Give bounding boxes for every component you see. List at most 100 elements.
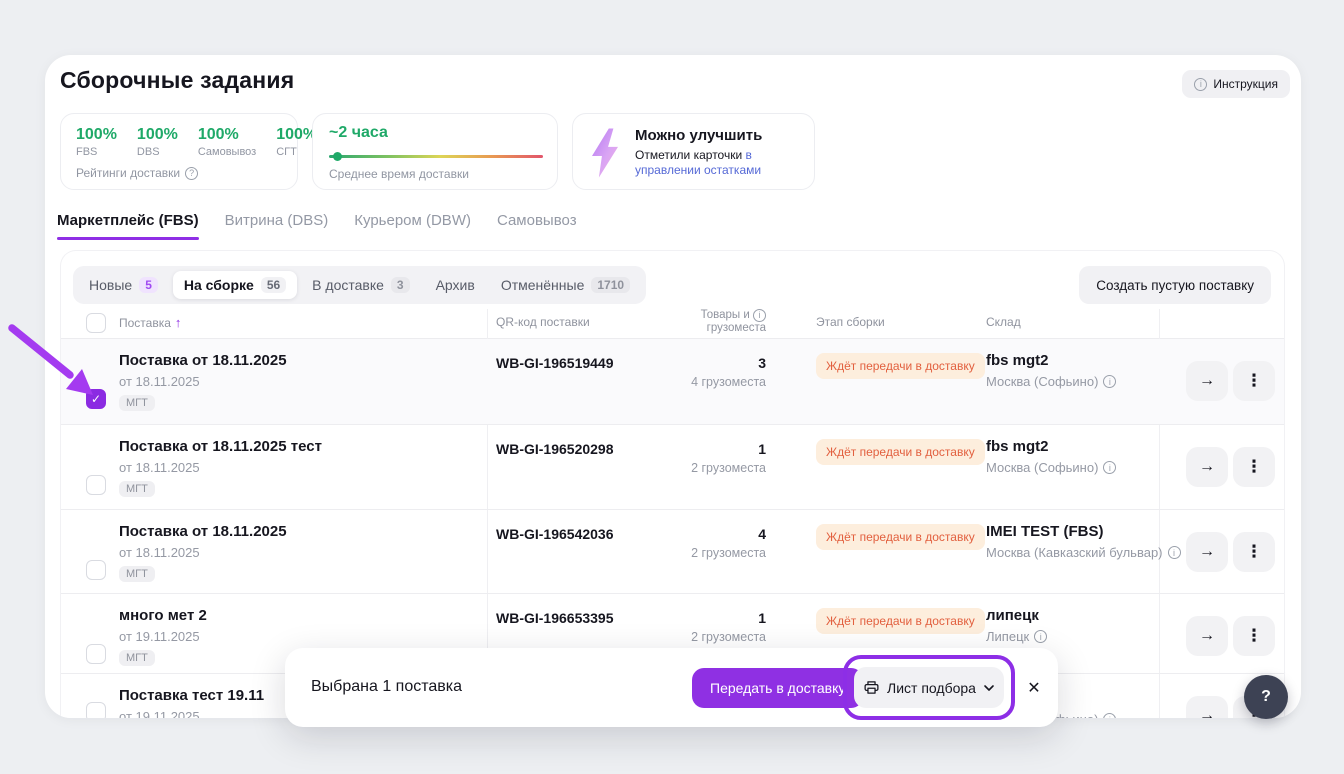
info-icon[interactable]: i — [1168, 546, 1181, 559]
rating-sgt: 100% СГТ — [276, 126, 317, 158]
open-supply-button[interactable]: → — [1186, 696, 1228, 718]
supply-cell[interactable]: Поставка от 18.11.2025 тест от 18.11.202… — [119, 438, 322, 497]
column-qr: QR-код поставки — [496, 315, 590, 329]
supply-date: от 18.11.2025 — [119, 374, 287, 389]
warehouse-location: Москва (Софьино) i — [986, 374, 1116, 389]
rating-label: Самовывоз — [198, 146, 256, 158]
status-badge: Ждёт передачи в доставку — [816, 524, 985, 550]
warehouse-name: fbs mgt2 — [986, 438, 1116, 455]
status-badge: Ждёт передачи в доставку — [816, 353, 985, 379]
info-icon[interactable]: i — [1103, 375, 1116, 388]
info-icon[interactable]: i — [1103, 461, 1116, 474]
column-goods-line1: Товары и — [701, 309, 750, 321]
table-row: Поставка от 18.11.2025 тест от 18.11.202… — [61, 424, 1284, 509]
supply-tag: МГТ — [119, 395, 155, 411]
transfer-to-delivery-button[interactable]: Передать в доставку — [692, 668, 863, 708]
tab-marketplace-fbs[interactable]: Маркетплейс (FBS) — [57, 212, 199, 240]
open-supply-button[interactable]: → — [1186, 532, 1228, 572]
info-icon[interactable]: i — [753, 309, 766, 322]
open-supply-button[interactable]: → — [1186, 361, 1228, 401]
tab-vitrina-dbs[interactable]: Витрина (DBS) — [225, 212, 329, 240]
filter-new[interactable]: Новые 5 — [78, 271, 169, 299]
supply-cell[interactable]: Поставка от 18.11.2025 от 18.11.2025 МГТ — [119, 523, 287, 582]
rating-value: 100% — [76, 126, 117, 144]
row-menu-button[interactable]: ⋮ — [1233, 447, 1275, 487]
tab-pickup[interactable]: Самовывоз — [497, 212, 577, 240]
goods-cell: 4 2 грузоместа — [601, 526, 766, 560]
supply-cell[interactable]: Поставка тест 19.11 от 19.11.2025 — [119, 687, 264, 718]
filter-label: Отменённые — [501, 277, 585, 293]
delivery-ratings-card: 100% FBS 100% DBS 100% Самовывоз 100% СГ… — [60, 113, 298, 190]
check-icon: ✓ — [91, 392, 101, 406]
help-button[interactable]: ? — [1244, 675, 1288, 719]
row-actions: → ⋮ — [1186, 532, 1275, 572]
row-checkbox[interactable] — [86, 644, 106, 664]
column-supply[interactable]: Поставка ↑ — [119, 315, 181, 330]
warehouse-location-label: Москва (Кавказский бульвар) — [986, 545, 1163, 560]
ratings-footer: Рейтинги доставки ? — [76, 166, 198, 180]
goods-cell: 3 4 грузоместа — [601, 355, 766, 389]
stage-cell: Ждёт передачи в доставку — [816, 353, 985, 379]
supply-cell[interactable]: Поставка от 18.11.2025 от 18.11.2025 МГТ — [119, 352, 287, 411]
row-checkbox-checked[interactable]: ✓ — [86, 389, 106, 409]
goods-cell: 1 2 грузоместа — [601, 610, 766, 644]
cargo-places: 2 грузоместа — [601, 630, 766, 644]
row-menu-button[interactable]: ⋮ — [1233, 616, 1275, 656]
filter-label: На сборке — [184, 277, 254, 293]
info-icon[interactable]: i — [1034, 630, 1047, 643]
warehouse-cell: IMEI TEST (FBS) Москва (Кавказский бульв… — [986, 523, 1181, 560]
cargo-places: 2 грузоместа — [601, 461, 766, 475]
close-icon: ✕ — [1027, 678, 1040, 698]
qr-code: WB-GI-196519449 — [496, 355, 614, 371]
create-empty-supply-button[interactable]: Создать пустую поставку — [1079, 266, 1271, 304]
qr-code: WB-GI-196653395 — [496, 610, 614, 626]
row-menu-button[interactable]: ⋮ — [1233, 361, 1275, 401]
column-warehouse: Склад — [986, 315, 1021, 329]
row-menu-button[interactable]: ⋮ — [1233, 532, 1275, 572]
column-goods: Товары и i грузоместа — [601, 309, 766, 335]
warehouse-location-label: Москва (Софьино) — [986, 374, 1098, 389]
filter-in-delivery[interactable]: В доставке 3 — [301, 271, 420, 299]
open-supply-button[interactable]: → — [1186, 616, 1228, 656]
page-title: Сборочные задания — [60, 67, 294, 94]
supply-title: Поставка от 18.11.2025 тест — [119, 438, 322, 455]
info-icon[interactable]: i — [1103, 713, 1116, 718]
rating-label: FBS — [76, 146, 117, 158]
selection-action-bar: Выбрана 1 поставка Передать в доставку Л… — [285, 648, 1058, 727]
row-checkbox[interactable] — [86, 560, 106, 580]
info-icon: i — [1194, 78, 1207, 91]
row-checkbox[interactable] — [86, 702, 106, 718]
row-checkbox[interactable] — [86, 475, 106, 495]
column-stage: Этап сборки — [816, 315, 885, 329]
column-goods-line2: грузоместа — [601, 322, 766, 335]
tab-courier-dbw[interactable]: Курьером (DBW) — [354, 212, 471, 240]
filter-count-badge: 1710 — [591, 277, 630, 293]
sort-asc-icon: ↑ — [175, 315, 182, 330]
kebab-icon: ⋮ — [1246, 626, 1263, 646]
table-row: ✓ Поставка от 18.11.2025 от 18.11.2025 М… — [61, 339, 1284, 424]
instruction-button[interactable]: i Инструкция — [1182, 70, 1290, 98]
arrow-right-icon: → — [1199, 627, 1215, 645]
supply-date: от 19.11.2025 — [119, 709, 264, 718]
qr-code: WB-GI-196542036 — [496, 526, 614, 542]
cargo-places: 2 грузоместа — [601, 546, 766, 560]
picking-list-label: Лист подбора — [887, 680, 976, 696]
filter-count-badge: 56 — [261, 277, 286, 293]
supply-date: от 18.11.2025 — [119, 460, 322, 475]
filter-in-assembly[interactable]: На сборке 56 — [173, 271, 297, 299]
open-supply-button[interactable]: → — [1186, 447, 1228, 487]
question-icon[interactable]: ? — [185, 167, 198, 180]
supply-tag: МГТ — [119, 650, 155, 666]
warehouse-cell: fbs mgt2 Москва (Софьино) i — [986, 438, 1116, 475]
filter-count-badge: 3 — [391, 277, 410, 293]
arrow-right-icon: → — [1199, 458, 1215, 476]
picking-list-button[interactable]: Лист подбора — [854, 667, 1004, 708]
filter-label: Архив — [436, 277, 475, 293]
filter-cancelled[interactable]: Отменённые 1710 — [490, 271, 641, 299]
filter-archive[interactable]: Архив — [425, 271, 486, 299]
rating-pickup: 100% Самовывоз — [198, 126, 256, 158]
warehouse-cell: липецк Липецк i — [986, 607, 1047, 644]
close-selection-button[interactable]: ✕ — [1023, 677, 1045, 699]
select-all-checkbox[interactable] — [86, 313, 106, 333]
supply-cell[interactable]: много мет 2 от 19.11.2025 МГТ — [119, 607, 207, 666]
